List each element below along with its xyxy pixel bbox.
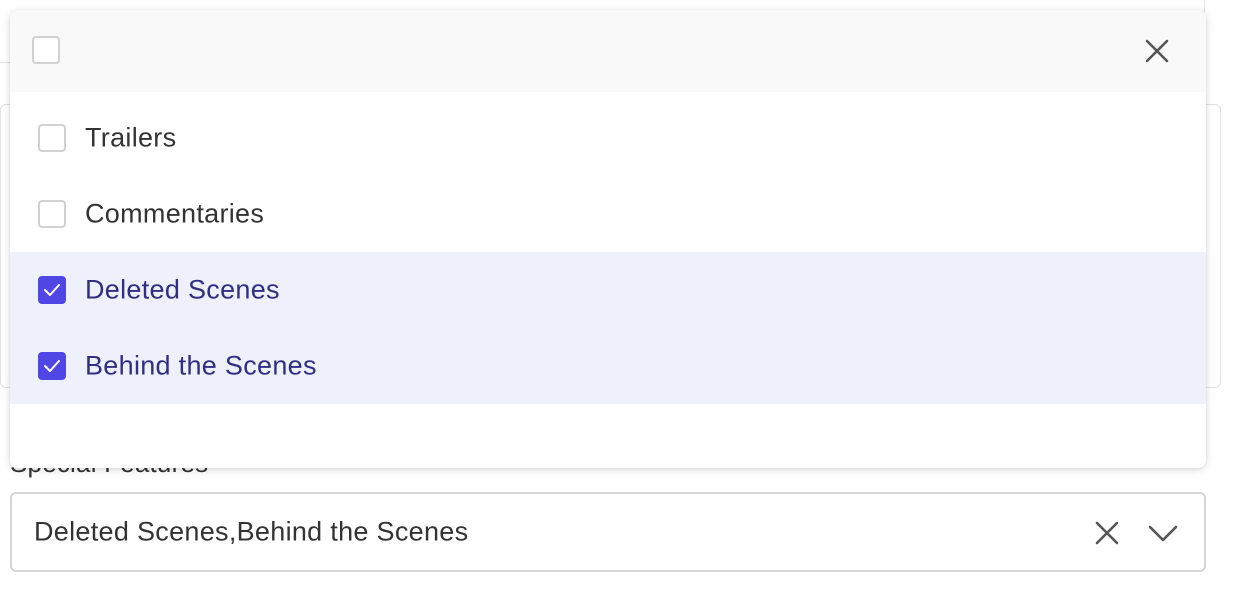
background-divider-left: [0, 62, 10, 63]
check-icon: [44, 284, 60, 296]
option-trailers[interactable]: Trailers: [10, 100, 1206, 176]
page: Special Features Deleted Scenes,Behind t…: [0, 0, 1238, 594]
option-checkbox[interactable]: [38, 124, 66, 152]
option-behind-the-scenes[interactable]: Behind the Scenes: [10, 328, 1206, 404]
option-checkbox[interactable]: [38, 200, 66, 228]
select-value: Deleted Scenes,Behind the Scenes: [34, 516, 469, 547]
option-checkbox[interactable]: [38, 352, 66, 380]
select-all-checkbox[interactable]: [32, 36, 60, 64]
option-checkbox[interactable]: [38, 276, 66, 304]
option-label: Deleted Scenes: [85, 274, 280, 305]
chevron-down-icon[interactable]: [1146, 518, 1180, 548]
check-icon: [44, 360, 60, 372]
option-commentaries[interactable]: Commentaries: [10, 176, 1206, 252]
option-label: Trailers: [85, 122, 177, 153]
option-label: Behind the Scenes: [85, 350, 317, 381]
dropdown-header: [10, 10, 1206, 92]
special-features-select[interactable]: Deleted Scenes,Behind the Scenes: [10, 492, 1206, 572]
close-icon[interactable]: [1142, 36, 1172, 66]
option-deleted-scenes[interactable]: Deleted Scenes: [10, 252, 1206, 328]
option-label: Commentaries: [85, 198, 265, 229]
options-dropdown: Trailers Commentaries Deleted Scenes Beh…: [10, 10, 1206, 468]
clear-icon[interactable]: [1092, 518, 1122, 548]
